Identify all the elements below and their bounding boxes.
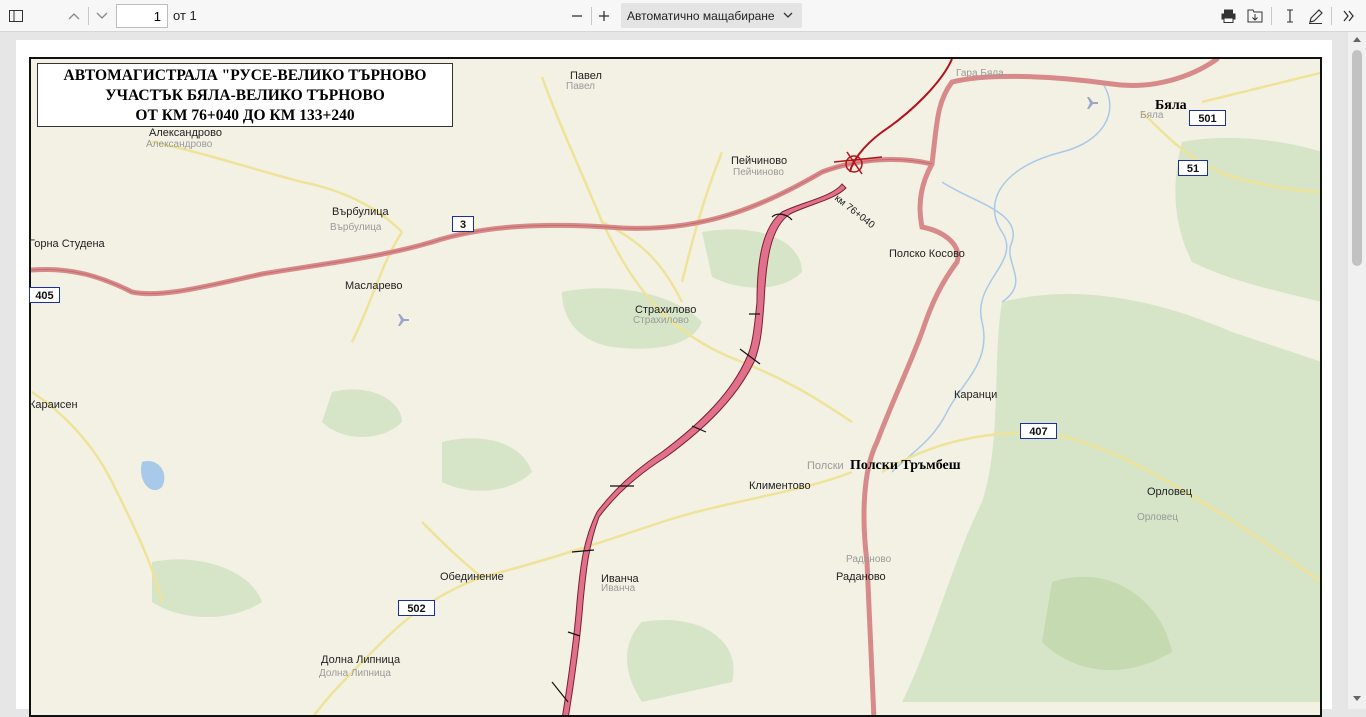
text-cursor-icon [1287, 9, 1293, 23]
town-label-ghost: Върбулица [330, 222, 382, 233]
major-town-label: Бяла [1155, 98, 1187, 113]
chevron-up-icon [68, 13, 80, 20]
town-label-ghost: Пейчиново [733, 167, 784, 178]
more-tools-button[interactable] [1338, 4, 1360, 28]
plus-icon [599, 11, 609, 21]
town-label: Каранци [954, 389, 998, 401]
double-chevron-right-icon [1343, 10, 1354, 22]
town-label: Александрово [149, 127, 222, 139]
minus-icon [572, 15, 582, 17]
road-shield: 502 [398, 600, 435, 616]
text-select-button[interactable] [1280, 4, 1300, 28]
chevron-down-icon [783, 12, 793, 18]
town-label-ghost: Орловец [1137, 512, 1178, 523]
zoom-select-value: Автоматично мащабиране [627, 8, 775, 23]
map-title-line-2: УЧАСТЪК БЯЛА-ВЕЛИКО ТЪРНОВО [105, 87, 385, 104]
airport-icons [398, 97, 1098, 326]
town-label: Раданово [836, 571, 886, 583]
town-label: Полско Косово [889, 248, 965, 260]
scrollbar-thumb[interactable] [1352, 50, 1362, 266]
town-label-ghost: Павел [566, 81, 596, 92]
town-label-ghost: Александрово [146, 139, 213, 150]
town-label-ghost: Раданово [846, 554, 892, 565]
road-shield: 3 [452, 216, 474, 232]
map-base [31, 59, 1320, 715]
next-page-button[interactable] [92, 4, 112, 28]
download-icon [1247, 9, 1263, 23]
town-label: Орловец [1147, 486, 1193, 498]
toolbar-divider [88, 7, 89, 25]
chevron-down-icon [96, 12, 108, 19]
town-label-ghost: Полски [807, 460, 844, 472]
town-label: Пейчиново [731, 155, 788, 167]
scroll-down-icon [1353, 696, 1361, 701]
town-label: Върбулица [332, 206, 389, 218]
map-title-box: АВТОМАГИСТРАЛА "РУСЕ-ВЕЛИКО ТЪРНОВО УЧАС… [37, 63, 453, 127]
town-label-ghost: Страхилово [633, 315, 689, 326]
draw-button[interactable] [1305, 4, 1325, 28]
vertical-scrollbar[interactable] [1348, 32, 1366, 709]
town-label: Обединение [440, 571, 504, 583]
town-label: Климентово [749, 480, 811, 492]
zoom-in-button[interactable] [595, 4, 613, 28]
zoom-out-button[interactable] [568, 4, 586, 28]
sidebar-toggle-button[interactable] [6, 4, 26, 28]
road-shield: 405 [29, 287, 60, 303]
route-map: км 76+040 [29, 57, 1322, 717]
lake [141, 461, 165, 491]
town-label: Горна Студена [29, 238, 105, 250]
pen-icon [1308, 8, 1323, 24]
toolbar-divider [1331, 7, 1332, 25]
road-shield: 51 [1178, 160, 1208, 176]
previous-page-button[interactable] [64, 4, 84, 28]
road-shield: 501 [1189, 110, 1226, 126]
town-label-ghost: Иванча [601, 583, 636, 594]
toolbar-divider [591, 7, 592, 25]
toolbar-divider [1271, 7, 1272, 25]
page-number-input[interactable] [116, 4, 168, 28]
forest-areas [152, 137, 1320, 702]
pdf-toolbar: от 1 Автоматично мащабиране [0, 0, 1366, 32]
map-title-line-1: АВТОМАГИСТРАЛА "РУСЕ-ВЕЛИКО ТЪРНОВО [63, 67, 427, 84]
sidebar-icon [9, 10, 23, 22]
print-button[interactable] [1218, 4, 1238, 28]
zoom-select[interactable]: Автоматично мащабиране [621, 3, 802, 28]
town-label: Долна Липница [321, 654, 401, 666]
save-button[interactable] [1245, 4, 1265, 28]
town-label-ghost: Долна Липница [319, 668, 391, 679]
town-label: Масларево [345, 280, 403, 292]
printer-icon [1221, 9, 1235, 23]
town-label-ghost: Гара Бяла [956, 68, 1004, 79]
major-town-label: Полски Тръмбеш [850, 458, 961, 473]
map-title-line-3: ОТ КМ 76+040 ДО КМ 133+240 [135, 107, 355, 124]
scroll-up-icon [1353, 37, 1361, 42]
town-label: Караисен [29, 399, 78, 411]
page-total-label: от 1 [173, 8, 197, 23]
road-shield: 407 [1020, 423, 1057, 439]
